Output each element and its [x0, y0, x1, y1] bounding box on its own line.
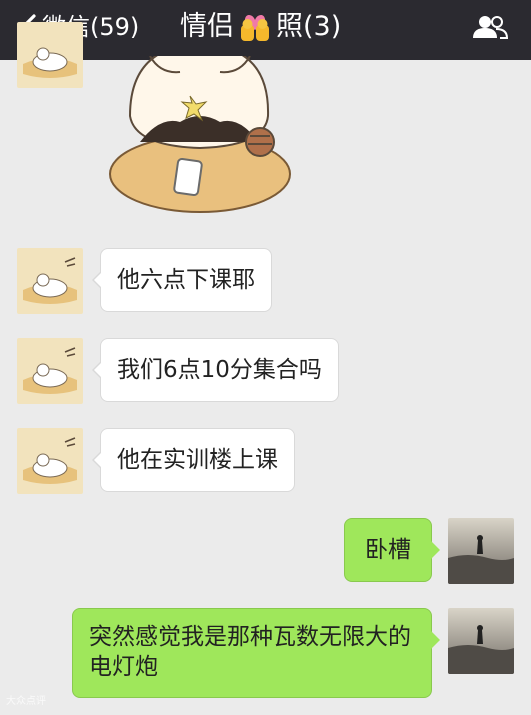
raccoon-phone-sticker[interactable] [100, 56, 300, 216]
avatar-other[interactable] [17, 428, 83, 494]
avatar-other[interactable] [17, 248, 83, 314]
avatar-other[interactable] [17, 338, 83, 404]
message-text: 他六点下课耶 [117, 267, 255, 293]
message-bubble-self[interactable]: 突然感觉我是那种瓦数无限大的电灯炮 [72, 608, 440, 698]
group-contacts-icon[interactable] [470, 12, 510, 44]
chat-title-prefix: 情侣 [180, 11, 234, 42]
message-text: 卧槽 [365, 537, 411, 563]
watermark: 大众点评 [6, 696, 46, 707]
message-text: 我们6点10分集合吗 [117, 357, 322, 383]
couple-heart-emoji-icon [241, 14, 269, 41]
chat-title: 情侣 照(3) [180, 11, 341, 43]
message-bubble[interactable]: 他六点下课耶 [92, 248, 272, 312]
message-bubble[interactable]: 我们6点10分集合吗 [92, 338, 339, 402]
avatar-self[interactable] [448, 608, 514, 674]
avatar-other[interactable] [17, 22, 83, 88]
chat-area: 他六点下课耶 我们6点10分集合吗 他在实训楼上课 卧槽 突然感觉我是那种瓦数无… [0, 22, 531, 715]
message-text: 突然感觉我是那种瓦数无限大的电灯炮 [89, 624, 411, 680]
message-text: 他在实训楼上课 [117, 447, 278, 473]
message-bubble[interactable]: 他在实训楼上课 [92, 428, 295, 492]
message-bubble-self[interactable]: 卧槽 [344, 518, 440, 582]
chat-title-suffix: 照(3) [276, 11, 342, 42]
avatar-self[interactable] [448, 518, 514, 584]
